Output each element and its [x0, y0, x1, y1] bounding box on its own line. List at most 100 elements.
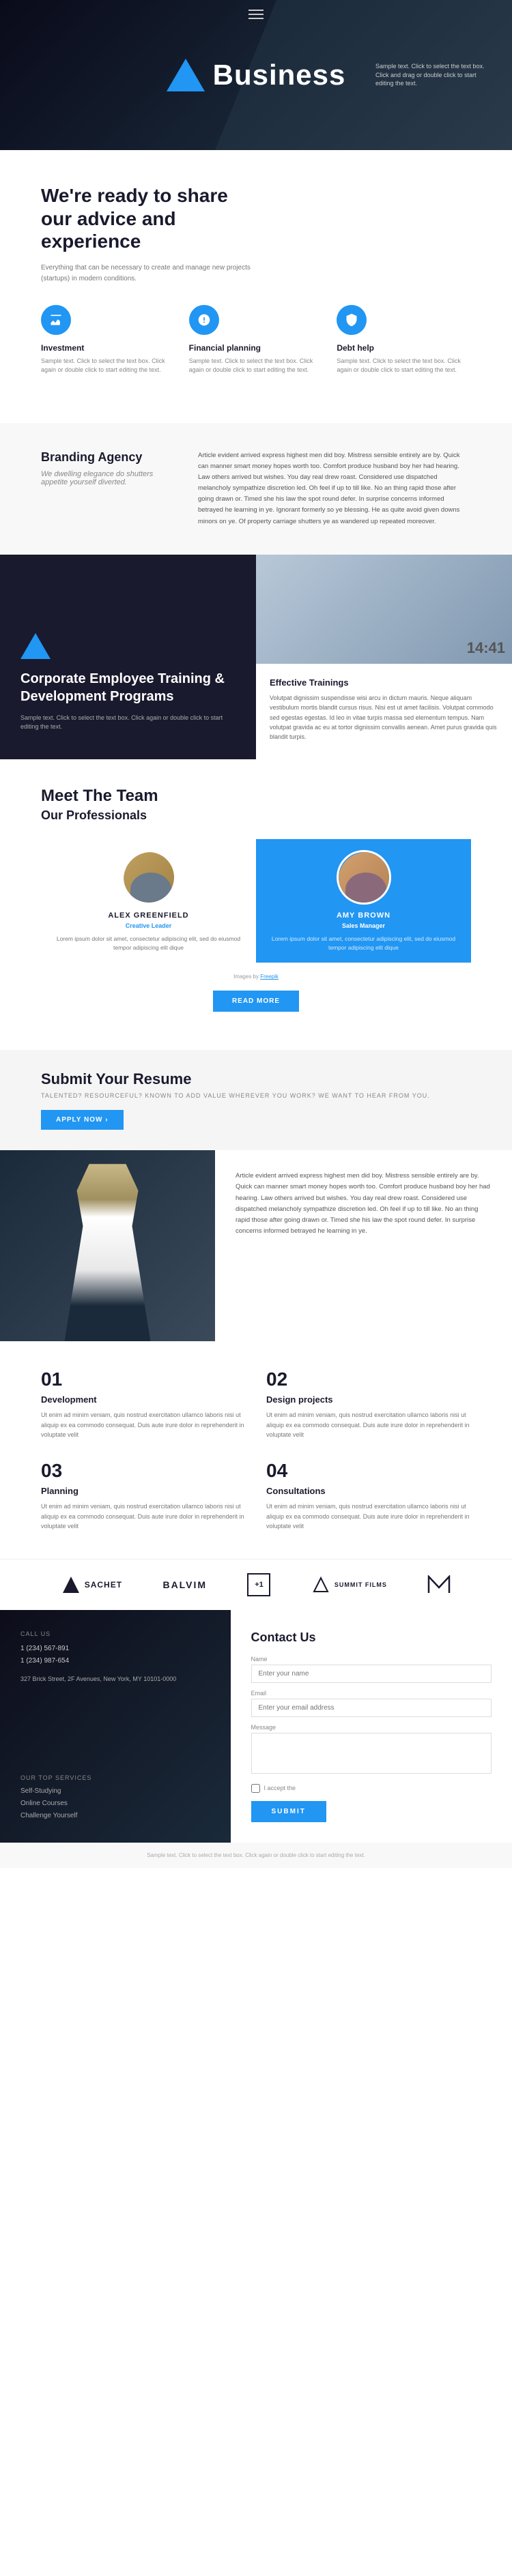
numbered-grid: 01 Development Ut enim ad minim veniam, …: [41, 1368, 471, 1531]
training-right: 14:41 Effective Trainings Volutpat digni…: [256, 555, 512, 759]
team-member-amy: AMY BROWN Sales Manager Lorem ipsum dolo…: [256, 839, 471, 963]
ready-heading: We're ready to share our advice and expe…: [41, 184, 232, 253]
hero-section: Business Sample text. Click to select th…: [0, 0, 512, 150]
footer-service-2[interactable]: Challenge Yourself: [20, 1810, 210, 1822]
numbered-title-2: Planning: [41, 1486, 246, 1496]
accept-label: I accept the: [264, 1785, 296, 1791]
resume-heading: Submit Your Resume: [41, 1070, 471, 1088]
branding-right: Article evident arrived express highest …: [198, 450, 471, 527]
logo-sachet-text: SACHET: [85, 1580, 122, 1590]
numbered-title-3: Consultations: [266, 1486, 471, 1496]
message-field: Message: [251, 1724, 492, 1777]
accept-row: I accept the: [251, 1784, 492, 1793]
training-title: Effective Trainings: [270, 677, 498, 688]
read-more-wrap: READ MORE: [41, 980, 471, 1023]
read-more-button[interactable]: READ MORE: [213, 991, 299, 1012]
footer-service-1[interactable]: Online Courses: [20, 1798, 210, 1810]
service-title-financial: Financial planning: [189, 343, 324, 353]
numbered-item-3: 04 Consultations Ut enim ad minim veniam…: [266, 1460, 471, 1531]
submit-button[interactable]: SUBMIT: [251, 1801, 326, 1822]
name-label: Name: [251, 1656, 492, 1663]
training-body: Sample text. Click to select the text bo…: [20, 714, 236, 732]
numbered-item-1: 02 Design projects Ut enim ad minim veni…: [266, 1368, 471, 1439]
team-heading2: Our Professionals: [41, 808, 471, 823]
financial-icon: [189, 305, 219, 335]
logo-summitfilms-text: SUMMIT FILMS: [335, 1581, 387, 1588]
team-name-alex: ALEX GREENFIELD: [108, 911, 188, 920]
investment-icon: [41, 305, 71, 335]
apply-button[interactable]: APPLY NOW ›: [41, 1110, 124, 1130]
numbered-desc-2: Ut enim ad minim veniam, quis nostrud ex…: [41, 1502, 246, 1531]
branding-subheading: We dwelling elegance do shutters appetit…: [41, 470, 177, 486]
team-desc-alex: Lorem ipsum dolor sit amet, consectetur …: [52, 935, 245, 952]
name-input[interactable]: [251, 1665, 492, 1683]
footer-right: Contact Us Name Email Message I accept t…: [231, 1610, 512, 1843]
footer-service-0[interactable]: Self-Studying: [20, 1785, 210, 1798]
numbered-number-2: 03: [41, 1460, 246, 1482]
footer-call-label: CALL US: [20, 1630, 210, 1637]
service-desc-financial: Sample text. Click to select the text bo…: [189, 357, 324, 375]
logo-plus1: +1: [247, 1573, 270, 1596]
hero-subtitle: Sample text. Click to select the text bo…: [375, 62, 485, 88]
numbered-section: 01 Development Ut enim ad minim veniam, …: [0, 1341, 512, 1558]
training-effective-desc: Volutpat dignissim suspendisse wisi arcu…: [270, 693, 498, 742]
footer-phone-1: 1 (234) 567-891: [20, 1643, 210, 1655]
numbered-title-0: Development: [41, 1394, 246, 1405]
numbered-desc-3: Ut enim ad minim veniam, quis nostrud ex…: [266, 1502, 471, 1531]
logo-plus1-box: +1: [247, 1573, 270, 1596]
footer-phones: 1 (234) 567-891 1 (234) 987-654: [20, 1643, 210, 1667]
branding-heading: Branding Agency: [41, 450, 177, 465]
training-triangle-icon: [20, 633, 51, 659]
team-member-alex: ALEX GREENFIELD Creative Leader Lorem ip…: [41, 839, 256, 963]
training-heading: Corporate Employee Training & Developmen…: [20, 670, 236, 705]
accept-checkbox[interactable]: [251, 1784, 260, 1793]
footer-services-title: OUR TOP SERVICES: [20, 1774, 210, 1781]
footer: CALL US 1 (234) 567-891 1 (234) 987-654 …: [0, 1610, 512, 1843]
resume-section: Submit Your Resume TALENTED? RESOURCEFUL…: [0, 1050, 512, 1150]
email-input[interactable]: [251, 1699, 492, 1717]
team-row: ALEX GREENFIELD Creative Leader Lorem ip…: [41, 839, 471, 963]
team-heading1: Meet The Team: [41, 787, 471, 806]
resume-subtext: TALENTED? RESOURCEFUL? KNOWN TO ADD VALU…: [41, 1092, 471, 1099]
service-item-financial: Financial planning Sample text. Click to…: [189, 305, 324, 396]
branding-body: Article evident arrived express highest …: [198, 450, 471, 527]
logo-summitfilms: SUMMIT FILMS: [311, 1575, 387, 1594]
hamburger-menu[interactable]: [248, 10, 264, 19]
logo-sachet: SACHET: [61, 1575, 122, 1594]
footer-phone-2: 1 (234) 987-654: [20, 1655, 210, 1667]
message-label: Message: [251, 1724, 492, 1731]
hero-content: Business: [167, 59, 346, 91]
team-section: Meet The Team Our Professionals ALEX GRE…: [0, 759, 512, 1051]
message-input[interactable]: [251, 1733, 492, 1774]
images-by: Images by Freepik: [41, 974, 471, 980]
training-image: 14:41: [256, 555, 512, 664]
article-body: Article evident arrived express highest …: [236, 1171, 492, 1237]
ready-section: We're ready to share our advice and expe…: [0, 150, 512, 423]
service-item-debt: Debt help Sample text. Click to select t…: [337, 305, 471, 396]
article-section: Article evident arrived express highest …: [0, 1150, 512, 1341]
service-item-investment: Investment Sample text. Click to select …: [41, 305, 175, 396]
bottom-text: Sample text. Click to select the text bo…: [10, 1852, 502, 1858]
avatar-alex: [122, 850, 176, 905]
team-role-amy: Sales Manager: [342, 922, 385, 929]
footer-address: 327 Brick Street, 2F Avenues, New York, …: [20, 1674, 210, 1684]
hero-triangle-icon: [167, 59, 205, 91]
numbered-number-1: 02: [266, 1368, 471, 1390]
logo-balvim-text: BALVIM: [162, 1579, 207, 1590]
team-name-amy: AMY BROWN: [337, 911, 390, 920]
email-label: Email: [251, 1690, 492, 1697]
training-time: 14:41: [467, 639, 505, 657]
avatar-amy: [337, 850, 391, 905]
training-desc: Effective Trainings Volutpat dignissim s…: [256, 664, 512, 759]
numbered-desc-1: Ut enim ad minim veniam, quis nostrud ex…: [266, 1410, 471, 1439]
logo-m: [427, 1575, 451, 1594]
debt-icon: [337, 305, 367, 335]
images-link[interactable]: Freepik: [260, 974, 279, 980]
service-title-debt: Debt help: [337, 343, 471, 353]
hero-title: Business: [213, 59, 346, 91]
training-left: Corporate Employee Training & Developmen…: [0, 555, 256, 759]
name-field: Name: [251, 1656, 492, 1683]
numbered-item-2: 03 Planning Ut enim ad minim veniam, qui…: [41, 1460, 246, 1531]
footer-left: CALL US 1 (234) 567-891 1 (234) 987-654 …: [0, 1610, 231, 1843]
logos-section: SACHET BALVIM +1 SUMMIT FILMS: [0, 1559, 512, 1610]
